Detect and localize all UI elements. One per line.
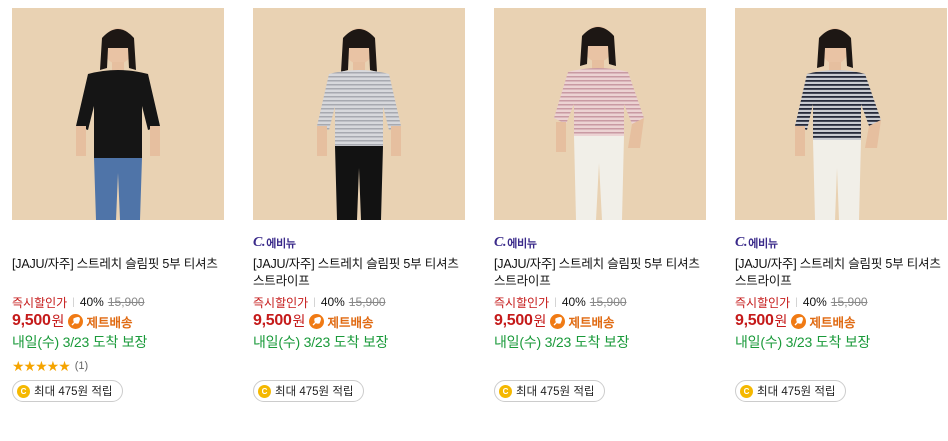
delivery-guarantee: 내일(수) 3/23 도착 보장 [12,334,148,350]
product-title[interactable]: [JAJU/자주] 스트레치 슬림핏 5부 티셔츠 스트라이프 [735,256,947,290]
divider: | [313,296,316,308]
brand-logo [12,234,224,252]
coin-icon: C [499,384,512,398]
points-badge: C 최대 475원 적립 [12,380,124,402]
rocket-icon [550,313,566,329]
points-label: 최대 475원 적립 [34,386,113,398]
original-price: 15,900 [348,295,386,309]
product-image[interactable] [735,8,947,220]
rocket-icon [68,313,84,329]
jet-delivery-badge: 제트배송 [791,312,855,331]
discount-row: 즉시할인가 | 40% 15,900 [735,294,947,310]
original-price: 15,900 [107,295,145,309]
price-row: 9,500 원 제트배송 [253,311,465,331]
product-image[interactable] [494,8,706,220]
divider: | [554,296,557,308]
brand-logo-mark: C. [735,235,748,250]
review-count: (1) [74,360,89,372]
product-card[interactable]: C. 에비뉴 [JAJU/자주] 스트레치 슬림핏 5부 티셔츠 스트라이프 즉… [735,8,947,350]
currency: 원 [51,313,65,329]
jet-delivery-badge: 제트배송 [550,312,614,331]
model-photo [494,8,706,220]
jet-delivery-label: 제트배송 [809,315,856,330]
points-label: 최대 475원 적립 [757,386,836,398]
product-image[interactable] [253,8,465,220]
rocket-icon [309,313,325,329]
points-label: 최대 475원 적립 [516,386,595,398]
divider: | [795,296,798,308]
brand-logo: C. 에비뉴 [735,234,947,252]
rocket-icon [791,313,807,329]
product-image[interactable] [12,8,224,220]
discount-label: 즉시할인가 [735,295,791,310]
coin-icon: C [258,384,271,398]
discount-percent: 40% [79,295,104,309]
star-icon: ★★★★★ [12,357,71,374]
model-photo [253,8,465,220]
original-price: 15,900 [589,295,627,309]
product-card[interactable]: C. 에비뉴 [JAJU/자주] 스트레치 슬림핏 5부 티셔츠 스트라이프 즉… [494,8,706,350]
discount-percent: 40% [320,295,345,309]
discount-label: 즉시할인가 [12,295,68,310]
sale-price: 9,500 [735,312,774,329]
brand-name: 에비뉴 [507,238,537,250]
jet-delivery-label: 제트배송 [568,315,615,330]
sale-price: 9,500 [12,312,51,329]
points-badge: C 최대 475원 적립 [253,380,365,402]
discount-percent: 40% [561,295,586,309]
price-row: 9,500 원 제트배송 [735,311,947,331]
product-card[interactable]: C. 에비뉴 [JAJU/자주] 스트레치 슬림핏 5부 티셔츠 스트라이프 즉… [253,8,465,350]
brand-name: 에비뉴 [748,238,778,250]
jet-delivery-badge: 제트배송 [68,312,132,331]
price-row: 9,500 원 제트배송 [494,311,706,331]
delivery-guarantee: 내일(수) 3/23 도착 보장 [253,334,389,350]
product-grid: [JAJU/자주] 스트레치 슬림핏 5부 티셔츠 즉시할인가 | 40% 15… [0,0,948,441]
model-photo [12,8,224,220]
brand-name: 에비뉴 [266,238,296,250]
discount-label: 즉시할인가 [494,295,550,310]
sale-price: 9,500 [253,312,292,329]
currency: 원 [533,313,547,329]
brand-logo-mark: C. [253,235,266,250]
model-photo [735,8,947,220]
product-title[interactable]: [JAJU/자주] 스트레치 슬림핏 5부 티셔츠 [12,256,224,290]
divider: | [72,296,75,308]
product-card[interactable]: [JAJU/자주] 스트레치 슬림핏 5부 티셔츠 즉시할인가 | 40% 15… [12,8,224,374]
jet-delivery-label: 제트배송 [86,315,133,330]
brand-logo-mark: C. [494,235,507,250]
delivery-guarantee: 내일(수) 3/23 도착 보장 [735,334,871,350]
jet-delivery-badge: 제트배송 [309,312,373,331]
product-title[interactable]: [JAJU/자주] 스트레치 슬림핏 5부 티셔츠 스트라이프 [253,256,465,290]
brand-logo: C. 에비뉴 [253,234,465,252]
product-title[interactable]: [JAJU/자주] 스트레치 슬림핏 5부 티셔츠 스트라이프 [494,256,706,290]
brand-logo: C. 에비뉴 [494,234,706,252]
sale-price: 9,500 [494,312,533,329]
delivery-guarantee: 내일(수) 3/23 도착 보장 [494,334,630,350]
discount-row: 즉시할인가 | 40% 15,900 [494,294,706,310]
coin-icon: C [740,384,753,398]
points-label: 최대 475원 적립 [275,386,354,398]
currency: 원 [774,313,788,329]
price-row: 9,500 원 제트배송 [12,311,224,331]
coin-icon: C [17,384,30,398]
rating: ★★★★★ (1) [12,358,224,374]
points-badge: C 최대 475원 적립 [494,380,606,402]
discount-row: 즉시할인가 | 40% 15,900 [12,294,224,310]
discount-label: 즉시할인가 [253,295,309,310]
currency: 원 [292,313,306,329]
original-price: 15,900 [830,295,868,309]
points-badge: C 최대 475원 적립 [735,380,847,402]
discount-percent: 40% [802,295,827,309]
discount-row: 즉시할인가 | 40% 15,900 [253,294,465,310]
jet-delivery-label: 제트배송 [327,315,374,330]
